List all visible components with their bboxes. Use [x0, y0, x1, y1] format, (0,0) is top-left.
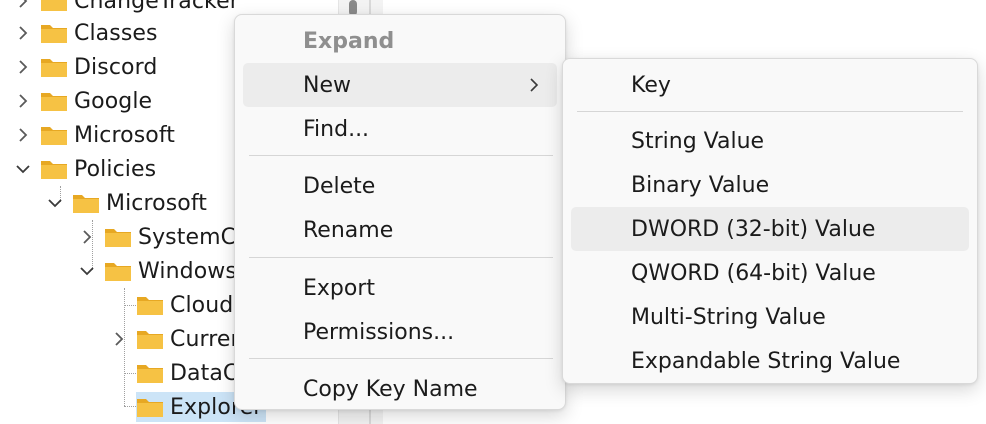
tree-item-windows[interactable]: Windows — [78, 254, 241, 288]
menu-item-new[interactable]: New — [243, 63, 557, 107]
chevron-right-icon[interactable] — [110, 330, 128, 348]
menu-separator — [249, 155, 553, 156]
tree-item-policies-microsoft[interactable]: Microsoft — [46, 186, 211, 220]
folder-icon — [40, 90, 68, 112]
chevron-down-icon[interactable] — [14, 160, 32, 178]
submenu-item-key[interactable]: Key — [571, 63, 969, 107]
folder-icon — [104, 260, 132, 282]
chevron-down-icon[interactable] — [78, 262, 96, 280]
submenu-item-expandable-string-value[interactable]: Expandable String Value — [571, 339, 969, 383]
submenu-item-multi-string-value[interactable]: Multi-String Value — [571, 295, 969, 339]
chevron-right-icon[interactable] — [78, 228, 96, 246]
menu-separator — [577, 111, 963, 112]
menu-item-export[interactable]: Export — [243, 266, 557, 310]
folder-icon — [40, 158, 68, 180]
registry-editor-window: ChangeTracker Classes Discord Google Mic… — [0, 0, 986, 424]
chevron-right-icon[interactable] — [14, 92, 32, 110]
submenu-item-qword-value[interactable]: QWORD (64-bit) Value — [571, 251, 969, 295]
menu-separator — [249, 358, 553, 359]
menu-item-copy-key-name[interactable]: Copy Key Name — [243, 367, 557, 411]
tree-item-label: Google — [74, 88, 153, 114]
tree-item-policies[interactable]: Policies — [14, 152, 160, 186]
tree-item-classes[interactable]: Classes — [14, 16, 162, 50]
new-submenu: Key String Value Binary Value DWORD (32-… — [562, 58, 978, 384]
folder-icon — [136, 294, 164, 316]
context-menu: Expand New Find... Delete Rename Export … — [234, 14, 566, 410]
tree-item-label: Classes — [74, 20, 158, 46]
folder-icon — [136, 396, 164, 418]
tree-item-label: Microsoft — [106, 190, 208, 216]
chevron-right-icon[interactable] — [14, 126, 32, 144]
tree-item-label: Policies — [74, 156, 157, 182]
chevron-right-icon — [527, 76, 541, 94]
chevron-right-icon[interactable] — [14, 58, 32, 76]
folder-icon — [72, 192, 100, 214]
submenu-item-dword-value[interactable]: DWORD (32-bit) Value — [571, 207, 969, 251]
chevron-down-icon[interactable] — [46, 194, 64, 212]
tree-item-label: Windows — [138, 258, 237, 284]
folder-icon — [40, 0, 68, 12]
tree-item-label: Microsoft — [74, 122, 176, 148]
chevron-right-icon[interactable] — [14, 0, 32, 10]
chevron-right-icon[interactable] — [14, 24, 32, 42]
folder-icon — [40, 22, 68, 44]
tree-item-discord[interactable]: Discord — [14, 50, 161, 84]
menu-item-delete[interactable]: Delete — [243, 164, 557, 208]
menu-item-rename[interactable]: Rename — [243, 208, 557, 252]
folder-icon — [40, 124, 68, 146]
submenu-item-binary-value[interactable]: Binary Value — [571, 163, 969, 207]
folder-icon — [136, 362, 164, 384]
folder-icon — [40, 56, 68, 78]
folder-icon — [136, 328, 164, 350]
menu-item-expand: Expand — [303, 28, 395, 54]
tree-item-label: ChangeTracker — [74, 0, 239, 14]
submenu-item-string-value[interactable]: String Value — [571, 119, 969, 163]
tree-item-google[interactable]: Google — [14, 84, 156, 118]
folder-icon — [104, 226, 132, 248]
menu-item-permissions[interactable]: Permissions... — [243, 310, 557, 354]
menu-item-find[interactable]: Find... — [243, 107, 557, 151]
menu-separator — [249, 257, 553, 258]
tree-item-label: Discord — [74, 54, 158, 80]
tree-item-microsoft[interactable]: Microsoft — [14, 118, 179, 152]
